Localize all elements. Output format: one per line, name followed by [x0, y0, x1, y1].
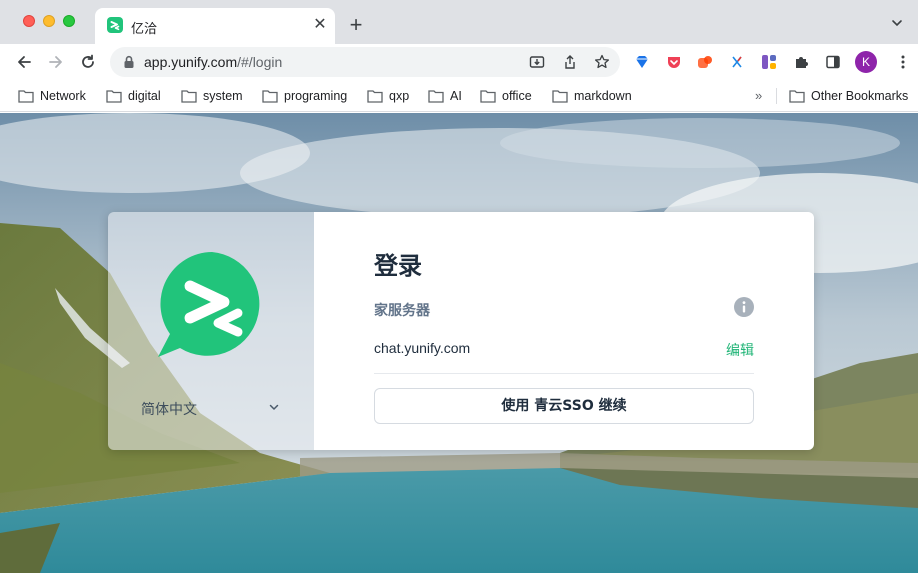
login-form: 登录 家服务器 chat.yunify.com 编辑 使用 青云SSO 继续	[314, 212, 814, 450]
login-page: 简体中文 登录 家服务器 chat.yunify.com 编辑 使用 青云SSO…	[0, 113, 918, 573]
edit-server-link[interactable]: 编辑	[726, 340, 754, 360]
bookmark-folder[interactable]: AI	[428, 85, 462, 107]
browser-menu-icon[interactable]	[895, 54, 911, 70]
folder-icon	[106, 90, 122, 103]
url-text: app.yunify.com/#/login	[144, 54, 282, 70]
bookmark-label: Network	[40, 89, 86, 103]
bookmark-label: programing	[284, 89, 348, 103]
bookmark-label: digital	[128, 89, 161, 103]
card-brand-panel: 简体中文	[108, 212, 314, 450]
divider	[374, 373, 754, 374]
folder-icon	[480, 90, 496, 103]
url-host: app.yunify.com	[144, 54, 238, 70]
extensions-puzzle-icon[interactable]	[793, 54, 809, 70]
bookmark-folder[interactable]: digital	[106, 85, 161, 107]
lock-icon	[124, 55, 134, 68]
bookmark-folder[interactable]: system	[181, 85, 243, 107]
install-app-icon[interactable]	[529, 54, 545, 70]
chevron-down-icon[interactable]	[268, 401, 280, 413]
new-tab-button[interactable]: +	[345, 14, 367, 36]
folder-icon	[18, 90, 34, 103]
extension-x-icon[interactable]	[729, 54, 745, 70]
sso-continue-button[interactable]: 使用 青云SSO 继续	[374, 388, 754, 424]
bookmark-folder[interactable]: markdown	[552, 85, 632, 107]
pocket-extension-icon[interactable]	[666, 54, 682, 70]
bookmarks-overflow-button[interactable]: »	[755, 85, 762, 107]
tab-search-chevron-icon[interactable]	[890, 16, 904, 30]
bookmark-label: system	[203, 89, 243, 103]
bookmark-label: markdown	[574, 89, 632, 103]
side-panel-icon[interactable]	[825, 54, 841, 70]
folder-icon	[262, 90, 278, 103]
forward-button[interactable]	[44, 50, 68, 74]
homeserver-host: chat.yunify.com	[374, 340, 471, 356]
bookmark-label: Other Bookmarks	[811, 89, 909, 103]
bookmarks-bar: Network digital system programing qxp AI…	[0, 80, 918, 112]
browser-toolbar: app.yunify.com/#/login K	[0, 44, 918, 80]
bookmark-folder[interactable]: programing	[262, 85, 347, 107]
bookmark-folder[interactable]: office	[480, 85, 532, 107]
bookmark-label: qxp	[389, 89, 410, 103]
page-title: 登录	[374, 253, 422, 280]
close-window-button[interactable]	[23, 15, 35, 27]
homeserver-label: 家服务器	[374, 302, 430, 318]
fullscreen-window-button[interactable]	[63, 15, 75, 27]
login-card: 简体中文 登录 家服务器 chat.yunify.com 编辑 使用 青云SSO…	[108, 212, 814, 450]
bookmarks-divider	[776, 88, 777, 104]
yiqia-logo-icon	[158, 252, 260, 357]
back-arrow-icon	[18, 56, 31, 68]
tab-title: 亿洽	[131, 21, 158, 36]
minimize-window-button[interactable]	[43, 15, 55, 27]
reload-icon	[82, 54, 94, 68]
extension-diamond-icon[interactable]	[634, 54, 650, 70]
forward-arrow-icon	[49, 56, 62, 68]
profile-avatar[interactable]: K	[855, 51, 877, 73]
info-icon[interactable]	[734, 297, 754, 317]
extension-orange-icon[interactable]	[697, 54, 713, 70]
url-path: /#/login	[237, 54, 283, 70]
other-bookmarks-folder[interactable]: Other Bookmarks	[789, 85, 908, 107]
bookmark-label: AI	[450, 89, 462, 103]
back-button[interactable]	[12, 50, 36, 74]
reload-button[interactable]	[76, 50, 100, 74]
tab-strip: 亿洽 ✕ +	[0, 0, 918, 44]
bookmark-star-icon[interactable]	[594, 54, 610, 70]
folder-icon	[428, 90, 444, 103]
tab-close-icon[interactable]: ✕	[311, 16, 329, 34]
folder-icon	[181, 90, 197, 103]
folder-icon	[367, 90, 383, 103]
address-bar[interactable]: app.yunify.com/#/login	[110, 47, 620, 77]
folder-icon	[552, 90, 568, 103]
browser-tab[interactable]: 亿洽 ✕	[95, 8, 335, 44]
bookmark-label: office	[502, 89, 532, 103]
bookmark-folder[interactable]: Network	[18, 85, 86, 107]
yiqia-favicon-icon	[107, 17, 123, 33]
share-icon[interactable]	[562, 54, 578, 70]
language-selector[interactable]: 简体中文	[141, 399, 197, 419]
extension-purple-icon[interactable]	[761, 54, 777, 70]
folder-icon	[789, 90, 805, 103]
bookmark-folder[interactable]: qxp	[367, 85, 409, 107]
